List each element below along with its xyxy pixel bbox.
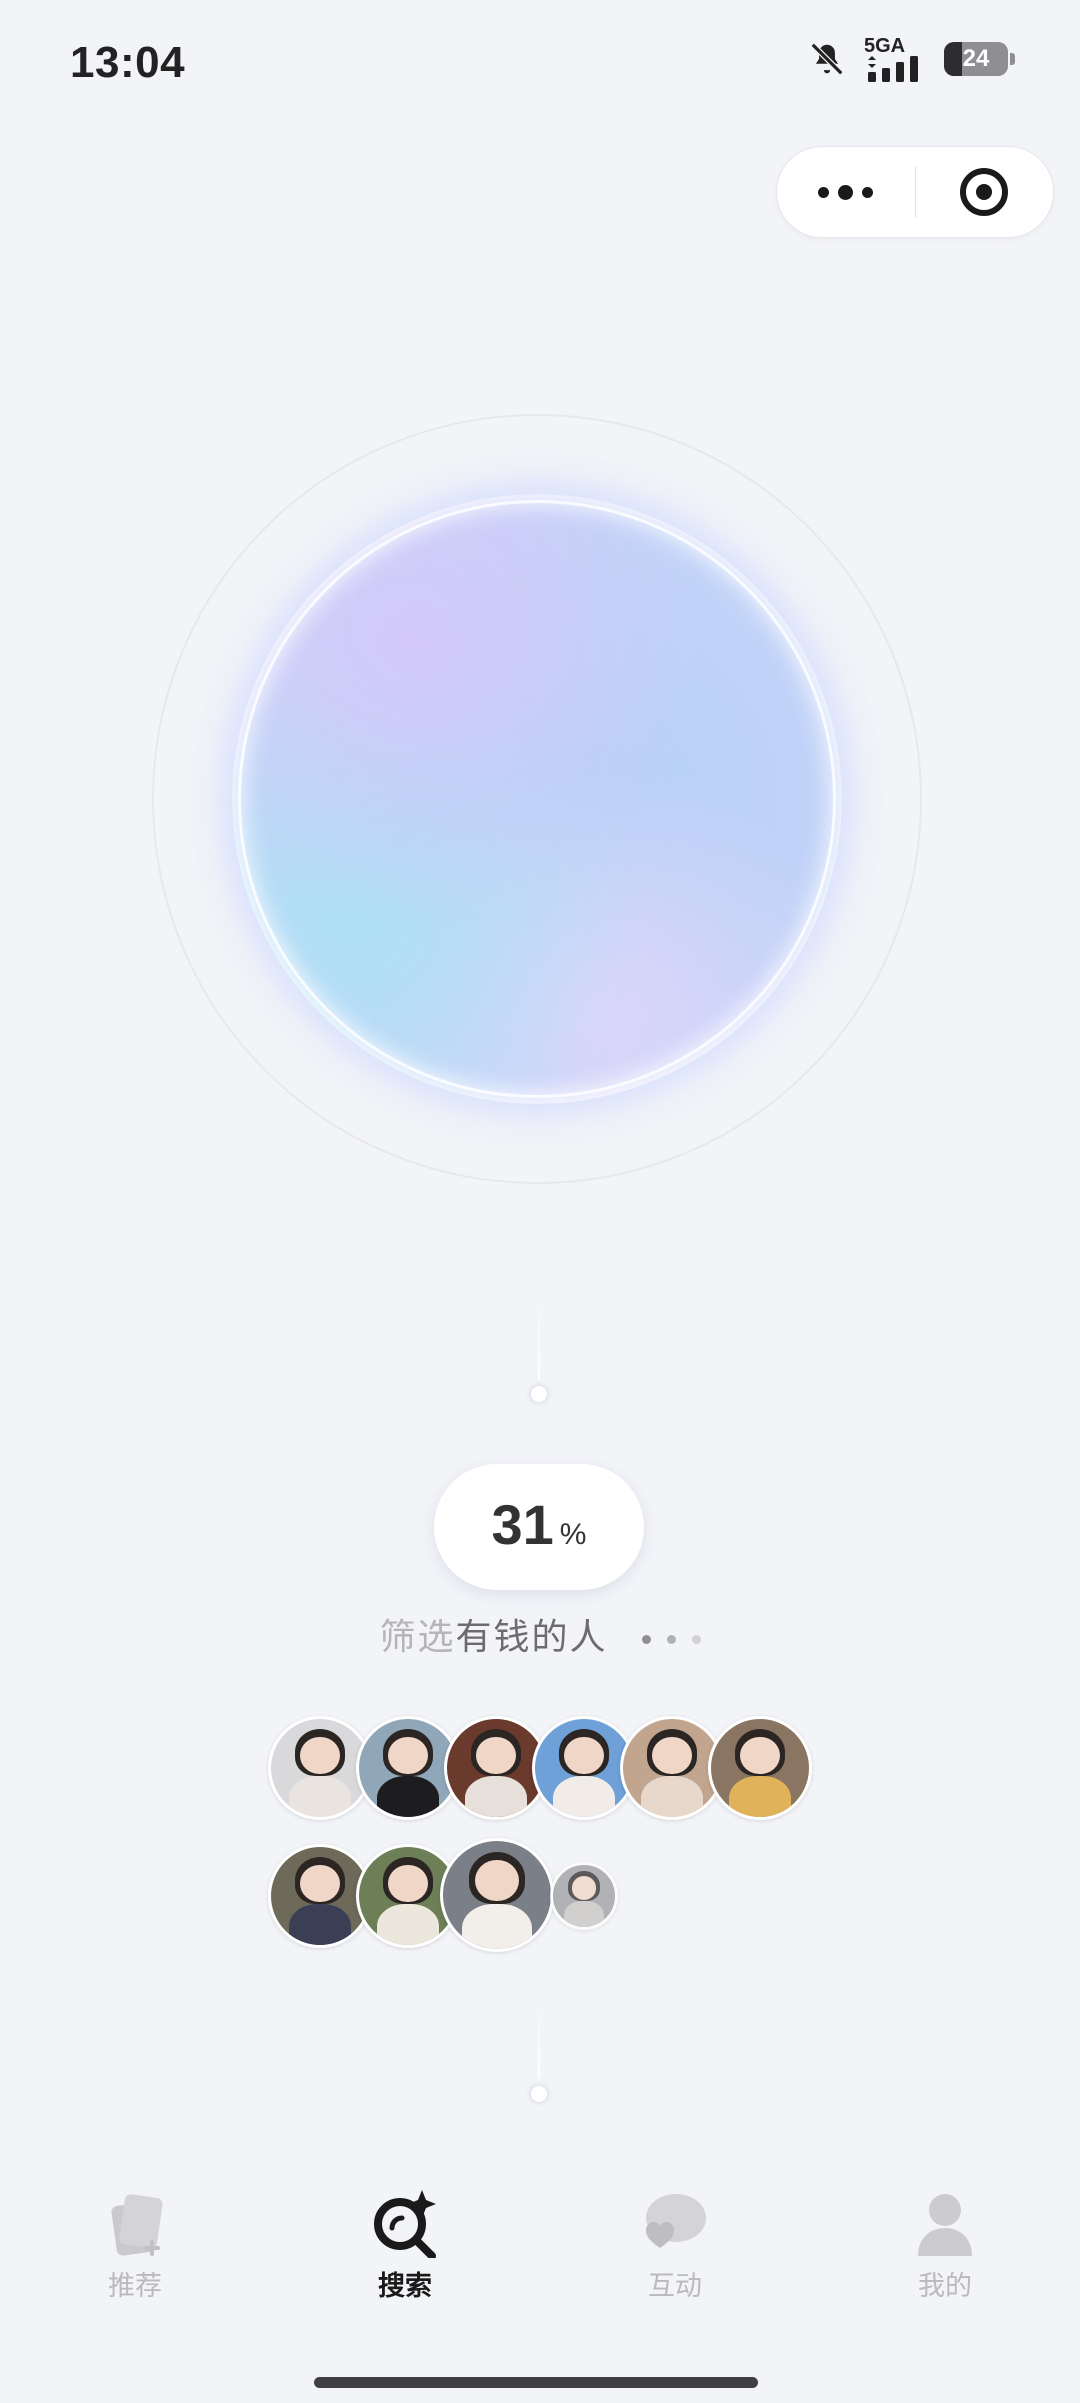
- status-icons: 5GA 24: [808, 36, 1015, 82]
- connector-line-top: [538, 1300, 540, 1380]
- battery-percent: 24: [962, 45, 990, 72]
- avatar[interactable]: [550, 1862, 618, 1930]
- network-type: 5GA: [864, 35, 906, 57]
- match-percent-sign: %: [559, 1518, 587, 1551]
- tab-search[interactable]: 搜索: [270, 2180, 540, 2330]
- connector-dot-bottom: [531, 2086, 547, 2102]
- connector-line-bottom: [538, 1998, 540, 2078]
- battery-level-fill: [944, 42, 962, 76]
- signal-bars-icon: [868, 56, 918, 82]
- more-dots-icon: [818, 184, 874, 200]
- target-close-icon: [960, 168, 1009, 216]
- tab-label: 推荐: [108, 2271, 162, 2301]
- status-text-main: 有钱的人: [455, 1616, 608, 1657]
- tab-interact[interactable]: 互动: [540, 2180, 810, 2330]
- avatar[interactable]: [440, 1838, 554, 1952]
- home-indicator: [314, 2377, 758, 2388]
- bottom-tab-bar: 推荐 搜索 互动 我的: [0, 2180, 1080, 2330]
- match-percent-pill: 31 %: [434, 1464, 644, 1590]
- tab-label: 搜索: [378, 2271, 432, 2301]
- tab-label: 我的: [918, 2271, 972, 2301]
- miniprogram-capsule: [776, 146, 1054, 238]
- more-button[interactable]: [777, 147, 915, 237]
- search-status-text: 筛选有钱的人: [0, 1608, 1080, 1660]
- tab-recommend[interactable]: 推荐: [0, 2180, 270, 2330]
- chat-heart-icon: [646, 2194, 706, 2248]
- match-percent-value: 31: [491, 1493, 554, 1556]
- cards-icon: [111, 2194, 163, 2256]
- status-text-faded: 筛选: [379, 1616, 456, 1657]
- person-icon: [918, 2194, 972, 2256]
- connector-dot-top: [531, 1386, 547, 1402]
- battery-indicator: 24: [944, 42, 1015, 76]
- tab-label: 互动: [648, 2271, 702, 2301]
- status-time: 13:04: [70, 38, 186, 87]
- avatar[interactable]: [708, 1716, 812, 1820]
- loading-dots-icon: [641, 1634, 701, 1644]
- close-miniprogram-button[interactable]: [916, 147, 1054, 237]
- search-orb[interactable]: [232, 494, 842, 1104]
- tab-mine[interactable]: 我的: [810, 2180, 1080, 2330]
- bell-muted-icon: [810, 42, 844, 76]
- search-sparkle-icon: [374, 2190, 436, 2258]
- cellular-signal: 5GA: [864, 36, 926, 82]
